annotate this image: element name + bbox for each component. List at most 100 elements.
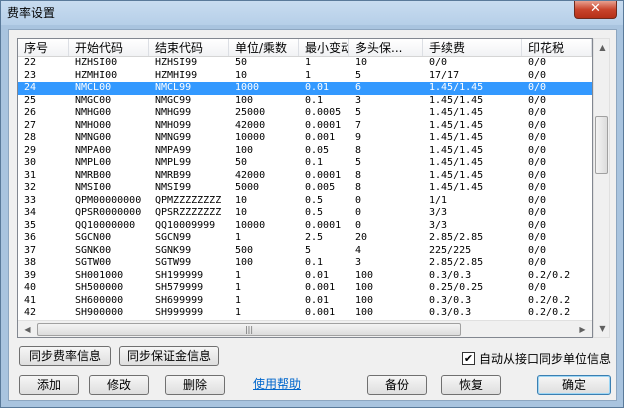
auto-sync-option[interactable]: ✔ 自动从接口同步单位信息 [462,350,611,367]
table-row[interactable]: 22 HZHSI00 HZHSI99 50 1 10 0/0 0/0 [18,57,592,70]
cell-seq: 25 [24,94,37,106]
ok-button[interactable]: 确定 [537,375,611,395]
table-row[interactable]: 32 NMSI00 NMSI99 5000 0.005 8 1.45/1.45 0/0 [18,182,592,195]
cell-end-code: SH199999 [155,269,204,281]
cell-seq: 35 [24,219,37,231]
cell-min-tick: 0.01 [305,269,330,281]
cell-start-code: SH600000 [75,294,124,306]
column-header-stamp-tax[interactable]: 印花税 [522,39,592,56]
cell-stamp-tax: 0/0 [528,244,547,256]
sync-fee-button[interactable]: 同步费率信息 [19,346,111,366]
column-header-min-tick[interactable]: 最小变动 [299,39,349,56]
cell-stamp-tax: 0/0 [528,219,547,231]
close-button[interactable]: ✕ [574,1,617,19]
cell-unit: 1 [235,307,242,318]
backup-button[interactable]: 备份 [367,375,427,395]
column-header-fee[interactable]: 手续费 [423,39,522,56]
cell-stamp-tax: 0/0 [528,232,547,243]
modify-button[interactable]: 修改 [89,375,149,395]
table-row[interactable]: 28 NMNG00 NMNG99 10000 0.001 9 1.45/1.45 0/0 [18,132,592,145]
fee-table[interactable]: 序号 开始代码 结束代码 单位/乘数 最小变动 多头保... 手续费 印花税 22 HZHSI0… [17,38,593,338]
horizontal-scrollbar[interactable]: ◀ ||| ▶ [18,320,592,337]
cell-min-tick: 0.0005 [305,107,342,118]
cell-stamp-tax: 0.2/0.2 [528,294,571,306]
cell-end-code: NMRB99 [155,169,192,181]
table-row[interactable]: 36 SGCN00 SGCN99 1 2.5 20 2.85/2.85 0/0 [18,232,592,245]
column-header-seq[interactable]: 序号 [18,39,69,56]
cell-unit: 10 [235,194,248,206]
cell-min-tick: 0.0001 [305,219,342,231]
cell-end-code: QPSRZZZZZZZ [155,207,222,218]
table-row[interactable]: 27 NMHO00 NMHO99 42000 0.0001 7 1.45/1.45 0/0 [18,120,592,133]
table-row[interactable]: 34 QPSR0000000 QPSRZZZZZZZ 10 0.5 0 3/3 0/0 [18,207,592,220]
cell-min-tick: 0.001 [305,132,336,143]
dialog-body: 序号 开始代码 结束代码 单位/乘数 最小变动 多头保... 手续费 印花税 22 HZHSI0… [8,29,617,401]
cell-fee: 1.45/1.45 [429,144,484,156]
cell-end-code: NMPL99 [155,157,192,168]
cell-long-margin: 8 [355,144,362,156]
help-link[interactable]: 使用帮助 [253,375,301,392]
table-row[interactable]: 38 SGTW00 SGTW99 100 0.1 3 2.85/2.85 0/0 [18,257,592,270]
auto-sync-checkbox[interactable]: ✔ [462,352,475,365]
cell-fee: 225/225 [429,244,472,256]
scroll-left-icon[interactable]: ◀ [19,321,36,338]
cell-fee: 0.3/0.3 [429,294,472,306]
table-row[interactable]: 42 SH900000 SH999999 1 0.001 100 0.3/0.3 0.2/0.… [18,307,592,320]
table-body[interactable]: 22 HZHSI00 HZHSI99 50 1 10 0/0 0/0 23 HZMHI00 HZMH… [18,57,592,320]
cell-min-tick: 0.0001 [305,119,342,131]
scroll-up-icon[interactable]: ▲ [594,39,611,56]
column-header-start-code[interactable]: 开始代码 [69,39,149,56]
cell-fee: 1.45/1.45 [429,169,484,181]
table-row[interactable]: 29 NMPA00 NMPA99 100 0.05 8 1.45/1.45 0/0 [18,145,592,158]
title-bar: 费率设置 ✕ [1,1,623,23]
column-header-unit[interactable]: 单位/乘数 [229,39,299,56]
cell-fee: 1.45/1.45 [429,182,484,193]
cell-long-margin: 3 [355,94,362,106]
delete-button[interactable]: 删除 [165,375,225,395]
table-row[interactable]: 31 NMRB00 NMRB99 42000 0.0001 8 1.45/1.45 0/0 [18,170,592,183]
table-row[interactable]: 39 SH001000 SH199999 1 0.01 100 0.3/0.3 0.2/0.2 [18,270,592,283]
table-row[interactable]: 24 NMCL00 NMCL99 1000 0.01 6 1.45/1.45 0/0 [18,82,592,95]
table-row[interactable]: 33 QPM00000000 QPMZZZZZZZZ 10 0.5 0 1/1 0/0 [18,195,592,208]
cell-seq: 42 [24,307,37,318]
restore-button[interactable]: 恢复 [441,375,501,395]
cell-unit: 50 [235,57,248,68]
cell-stamp-tax: 0/0 [528,82,547,93]
scroll-right-icon[interactable]: ▶ [574,321,591,338]
cell-long-margin: 3 [355,257,362,268]
cell-fee: 3/3 [429,207,448,218]
table-row[interactable]: 35 QQ10000000 QQ10009999 10000 0.0001 0 3/3 0/0 [18,220,592,233]
table-row[interactable]: 41 SH600000 SH699999 1 0.01 100 0.3/0.3 0.2/0.2 [18,295,592,308]
table-row[interactable]: 37 SGNK00 SGNK99 500 5 4 225/225 0/0 [18,245,592,258]
scroll-down-icon[interactable]: ▼ [594,320,611,337]
cell-fee: 0.25/0.25 [429,282,484,293]
cell-seq: 33 [24,194,37,206]
cell-long-margin: 9 [355,132,362,143]
table-row[interactable]: 23 HZMHI00 HZMHI99 10 1 5 17/17 0/0 [18,70,592,83]
table-row[interactable]: 26 NMHG00 NMHG99 25000 0.0005 5 1.45/1.45 0/0 [18,107,592,120]
cell-start-code: QPSR0000000 [75,207,142,218]
cell-long-margin: 5 [355,107,362,118]
table-row[interactable]: 25 NMGC00 NMGC99 100 0.1 3 1.45/1.45 0/0 [18,95,592,108]
cell-end-code: SH579999 [155,282,204,293]
add-button[interactable]: 添加 [19,375,79,395]
table-row[interactable]: 30 NMPL00 NMPL99 50 0.1 5 1.45/1.45 0/0 [18,157,592,170]
cell-end-code: SH699999 [155,294,204,306]
cell-min-tick: 0.1 [305,94,324,106]
vertical-scroll-thumb[interactable] [595,116,608,174]
table-row[interactable]: 40 SH500000 SH579999 1 0.001 100 0.25/0.25 0/0 [18,282,592,295]
cell-end-code: SGTW99 [155,257,192,268]
cell-seq: 30 [24,157,37,168]
cell-end-code: NMNG99 [155,132,192,143]
cell-fee: 1.45/1.45 [429,107,484,118]
check-mark-icon: ✔ [463,352,474,365]
column-header-long-margin[interactable]: 多头保... [349,39,423,56]
sync-margin-button[interactable]: 同步保证金信息 [119,346,219,366]
horizontal-scroll-thumb[interactable]: ||| [37,323,461,336]
cell-long-margin: 8 [355,169,362,181]
cell-min-tick: 1 [305,57,312,68]
cell-unit: 25000 [235,107,266,118]
cell-unit: 50 [235,157,248,168]
vertical-scrollbar[interactable]: ▲ ▼ [593,38,610,338]
column-header-end-code[interactable]: 结束代码 [149,39,229,56]
